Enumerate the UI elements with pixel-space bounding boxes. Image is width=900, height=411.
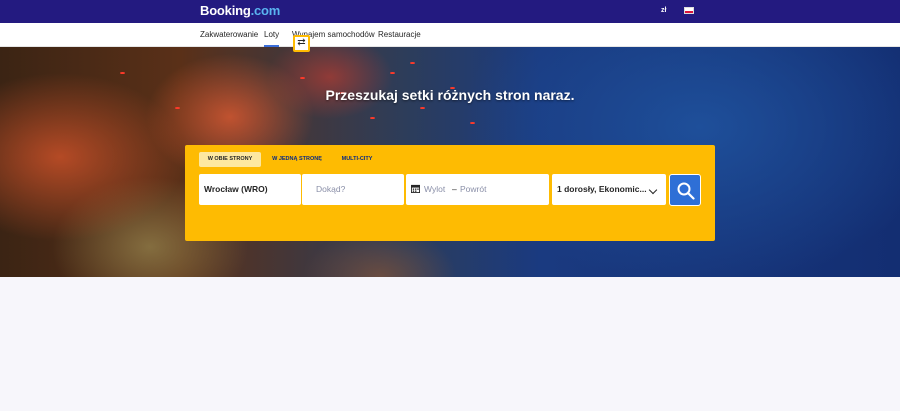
origin-field[interactable]: Wrocław (WRO) (199, 174, 301, 205)
top-header: Booking.com zł (0, 0, 900, 23)
passengers-selector[interactable]: 1 dorosły, Ekonomic... (552, 174, 666, 205)
swap-icon[interactable]: ⇄ (293, 35, 310, 52)
tab-one-way[interactable]: W JEDNĄ STRONĘ (267, 152, 327, 167)
destination-field[interactable]: Dokąd? (302, 174, 404, 205)
flag-pl-icon[interactable] (684, 7, 694, 14)
destination-placeholder: Dokąd? (316, 184, 346, 194)
booking-logo[interactable]: Booking.com (200, 3, 280, 18)
nav-item-flights[interactable]: Loty (264, 30, 280, 47)
hero-title: Przeszukaj setki różnych stron naraz. (325, 87, 575, 103)
search-icon (677, 182, 695, 200)
search-button[interactable] (669, 174, 701, 206)
nav-item-restaurants[interactable]: Restauracje (378, 30, 421, 39)
nav-item-accommodation[interactable]: Zakwaterowanie (200, 30, 258, 39)
dates-field[interactable]: Wylot – Powrót (406, 174, 549, 205)
return-placeholder: Powrót (460, 184, 487, 194)
tab-multi-city[interactable]: MULTI-CITY (335, 152, 379, 167)
calendar-icon (411, 184, 420, 193)
date-separator: – (452, 184, 457, 194)
product-nav: Zakwaterowanie Loty Wynajem samochodów R… (0, 23, 900, 47)
chevron-down-icon (648, 185, 658, 195)
flight-search-box: W OBIE STRONY W JEDNĄ STRONĘ MULTI-CITY … (185, 145, 715, 241)
currency-selector[interactable]: zł (661, 7, 666, 14)
passengers-value: 1 dorosły, Ekonomic... (557, 184, 647, 194)
departure-placeholder: Wylot (424, 184, 446, 194)
origin-value: Wrocław (WRO) (204, 184, 268, 194)
tab-round-trip[interactable]: W OBIE STRONY (199, 152, 261, 167)
